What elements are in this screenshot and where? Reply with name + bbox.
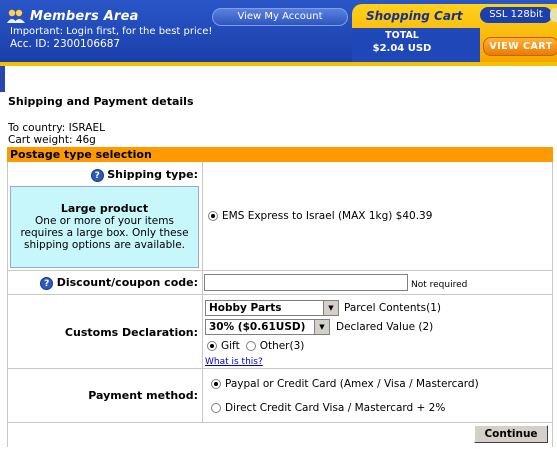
continue-button[interactable]: Continue (474, 425, 548, 443)
ems-shipping-option[interactable]: EMS Express to Israel (MAX 1kg) $40.39 (208, 210, 432, 222)
header-divider (0, 62, 557, 66)
customs-label-cell: Customs Declaration: (8, 295, 203, 368)
parcel-contents-note: Parcel Contents(1) (344, 302, 441, 314)
discount-row: ? Discount/coupon code: Not required (7, 271, 553, 295)
chevron-down-icon[interactable]: ▼ (314, 320, 329, 334)
members-icon (7, 9, 25, 23)
discount-heading: ? Discount/coupon code: (40, 276, 198, 290)
discount-input-cell: Not required (203, 271, 552, 294)
site-header: Members Area View My Account Important: … (0, 0, 557, 66)
ssl-badge: SSL 128bit (480, 7, 552, 23)
postage-section-header: Postage type selection (7, 147, 553, 162)
gift-radio[interactable] (207, 341, 217, 351)
customs-row: Customs Declaration: Hobby Parts ▼ Parce… (7, 295, 553, 369)
paypal-option-label: Paypal or Credit Card (Amex / Visa / Mas… (225, 378, 479, 390)
help-icon[interactable]: ? (40, 276, 54, 290)
view-my-account-button[interactable]: View My Account (212, 8, 348, 26)
payment-options-cell: Paypal or Credit Card (Amex / Visa / Mas… (203, 369, 552, 422)
continue-row (7, 423, 553, 447)
help-icon[interactable]: ? (90, 168, 104, 182)
paypal-radio[interactable] (211, 379, 221, 389)
payment-label-cell: Payment method: (8, 369, 203, 422)
destination-country: To country: ISRAEL (8, 122, 105, 134)
gift-label: Gift (221, 340, 240, 352)
members-area: Members Area (6, 5, 139, 27)
declared-value-value: 30% ($0.61USD) (209, 321, 306, 333)
not-required-note: Not required (411, 280, 468, 290)
other-label: Other(3) (259, 340, 305, 352)
parcel-contents-select[interactable]: Hobby Parts ▼ (205, 300, 339, 316)
ems-option-label: EMS Express to Israel (MAX 1kg) $40.39 (222, 210, 433, 222)
direct-card-option-label: Direct Credit Card Visa / Mastercard + 2… (225, 402, 446, 414)
declaration-type-options: Gift Other(3) (207, 340, 304, 352)
ems-radio[interactable] (208, 211, 218, 221)
discount-label: Discount/coupon code: (56, 276, 198, 289)
payment-row: Payment method: Paypal or Credit Card (A… (7, 369, 553, 423)
account-id: Acc. ID: 2300106687 (10, 38, 121, 50)
sidebar-edge (0, 66, 5, 92)
shipping-type-row: ? Shipping type: Large product One or mo… (7, 162, 553, 271)
discount-code-input[interactable] (204, 274, 408, 291)
declared-value-select[interactable]: 30% ($0.61USD) ▼ (205, 319, 330, 335)
direct-card-radio[interactable] (211, 403, 221, 413)
paypal-option[interactable]: Paypal or Credit Card (Amex / Visa / Mas… (211, 378, 479, 390)
lock-icon (550, 8, 557, 22)
view-cart-button[interactable]: VIEW CART (483, 37, 557, 56)
other-radio[interactable] (245, 341, 256, 351)
login-notice: Important: Login first, for the best pri… (10, 26, 213, 37)
customs-declaration-label: Customs Declaration: (64, 326, 198, 339)
chevron-down-icon[interactable]: ▼ (323, 301, 338, 315)
direct-card-option[interactable]: Direct Credit Card Visa / Mastercard + 2… (211, 402, 445, 414)
shipping-type-label: Shipping type: (107, 168, 198, 181)
shipping-options-cell: EMS Express to Israel (MAX 1kg) $40.39 (203, 162, 552, 270)
shipping-type-label-cell: ? Shipping type: Large product One or mo… (8, 162, 203, 270)
declared-value-note: Declared Value (2) (336, 321, 434, 333)
large-product-notice: Large product One or more of your items … (10, 186, 199, 268)
large-product-description: One or more of your items requires a lar… (20, 215, 189, 251)
shipping-type-heading: ? Shipping type: (90, 168, 198, 182)
total-label: TOTAL (385, 30, 419, 41)
page-title: Shipping and Payment details (8, 95, 194, 108)
parcel-contents-value: Hobby Parts (209, 302, 282, 314)
customs-fields-cell: Hobby Parts ▼ Parcel Contents(1) 30% ($0… (203, 295, 552, 368)
shopping-cart-title: Shopping Cart (366, 9, 463, 23)
what-is-this-link[interactable]: What is this? (205, 357, 263, 367)
cart-weight: Cart weight: 46g (8, 134, 96, 146)
total-value: $2.04 USD (372, 43, 432, 54)
discount-label-cell: ? Discount/coupon code: (8, 271, 203, 294)
members-area-title: Members Area (30, 8, 139, 24)
large-product-title: Large product (60, 202, 149, 215)
cart-total: TOTAL $2.04 USD (362, 28, 480, 62)
payment-method-label: Payment method: (88, 389, 198, 402)
